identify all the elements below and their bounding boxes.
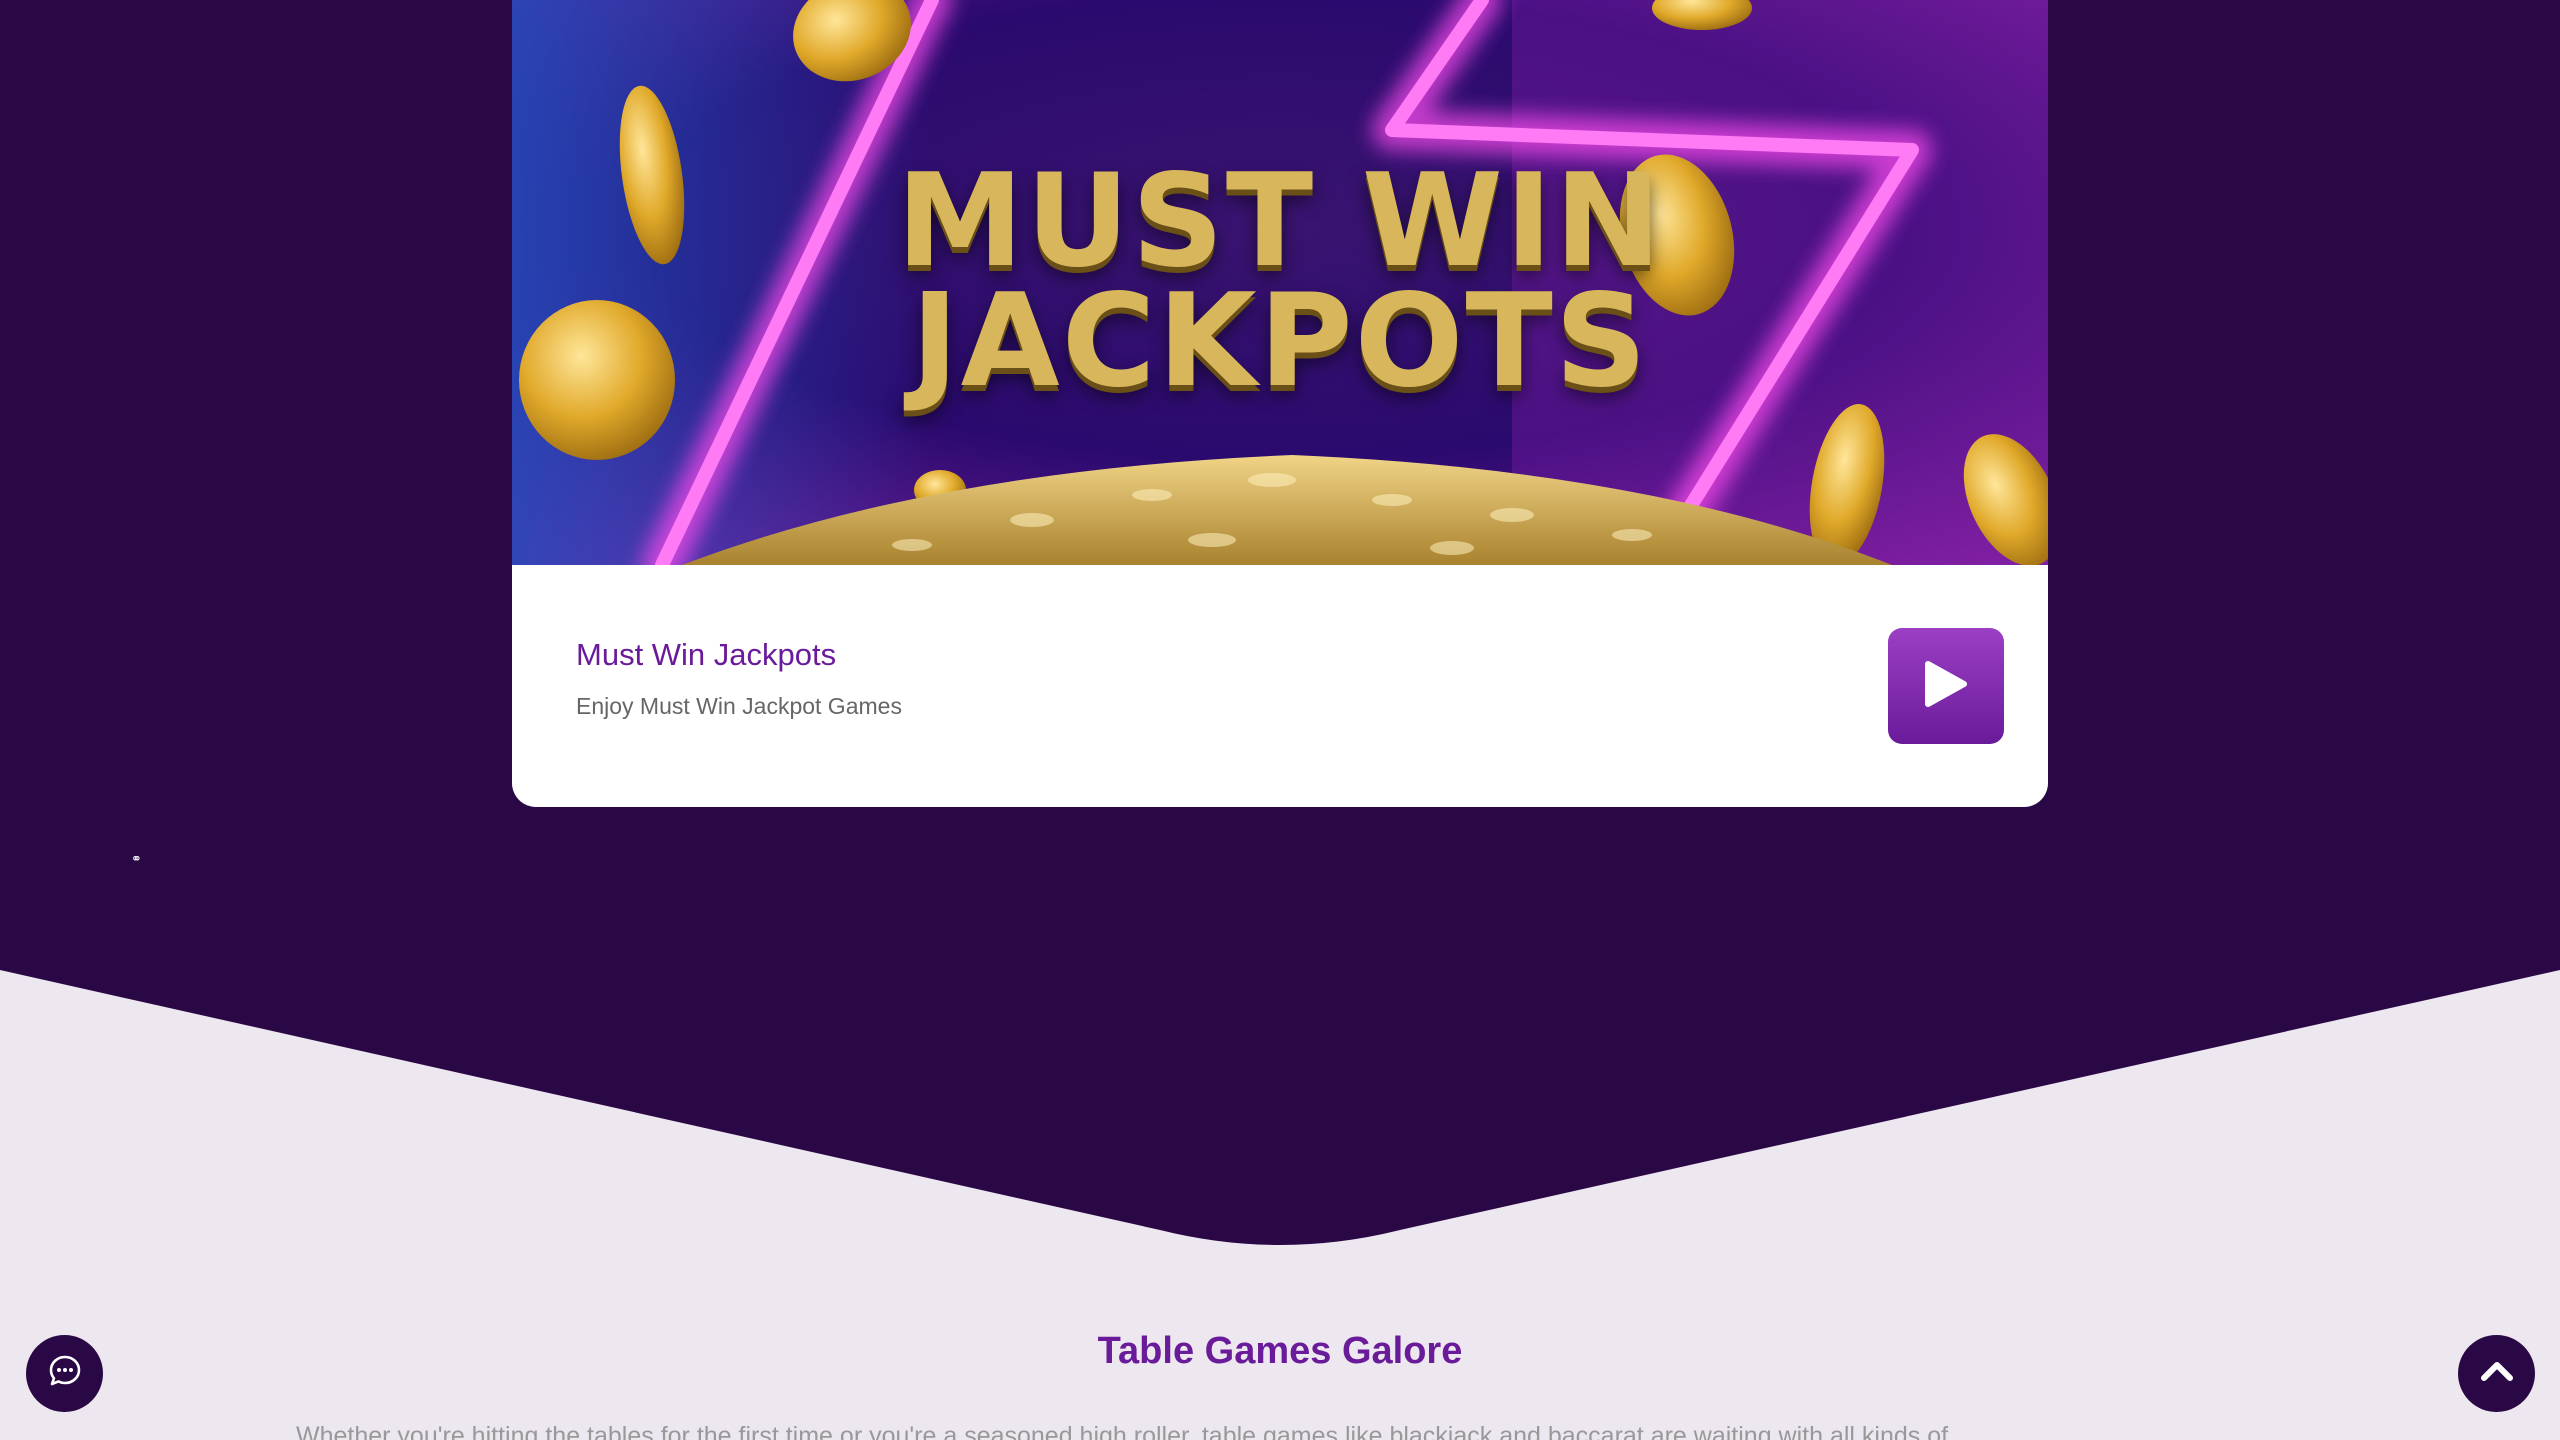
promo-card-subtitle: Enjoy Must Win Jackpot Games xyxy=(576,693,902,719)
page: MUST WIN JACKPOTS Must Win Jackpots Enjo… xyxy=(0,0,2560,1440)
play-icon xyxy=(1924,660,1968,713)
banner-headline-line-2: JACKPOTS xyxy=(911,267,1649,416)
promo-card-title[interactable]: Must Win Jackpots xyxy=(576,637,836,673)
jackpot-promo-card[interactable]: MUST WIN JACKPOTS Must Win Jackpots Enjo… xyxy=(512,0,2048,807)
section-heading: Table Games Galore xyxy=(1097,1330,1463,1372)
promo-card-body: Must Win Jackpots Enjoy Must Win Jackpot… xyxy=(512,565,2048,807)
chevron-up-icon xyxy=(2479,1359,2515,1388)
chat-bubble-icon xyxy=(47,1353,83,1394)
section-intro-text: Whether you're hitting the tables for th… xyxy=(296,1422,1949,1440)
chat-button[interactable] xyxy=(26,1335,103,1412)
cursor-marker-icon: ⚭ xyxy=(131,851,142,866)
play-button[interactable] xyxy=(1888,628,2004,744)
scroll-to-top-button[interactable] xyxy=(2458,1335,2535,1412)
jackpot-banner-image: MUST WIN JACKPOTS xyxy=(512,0,2048,565)
